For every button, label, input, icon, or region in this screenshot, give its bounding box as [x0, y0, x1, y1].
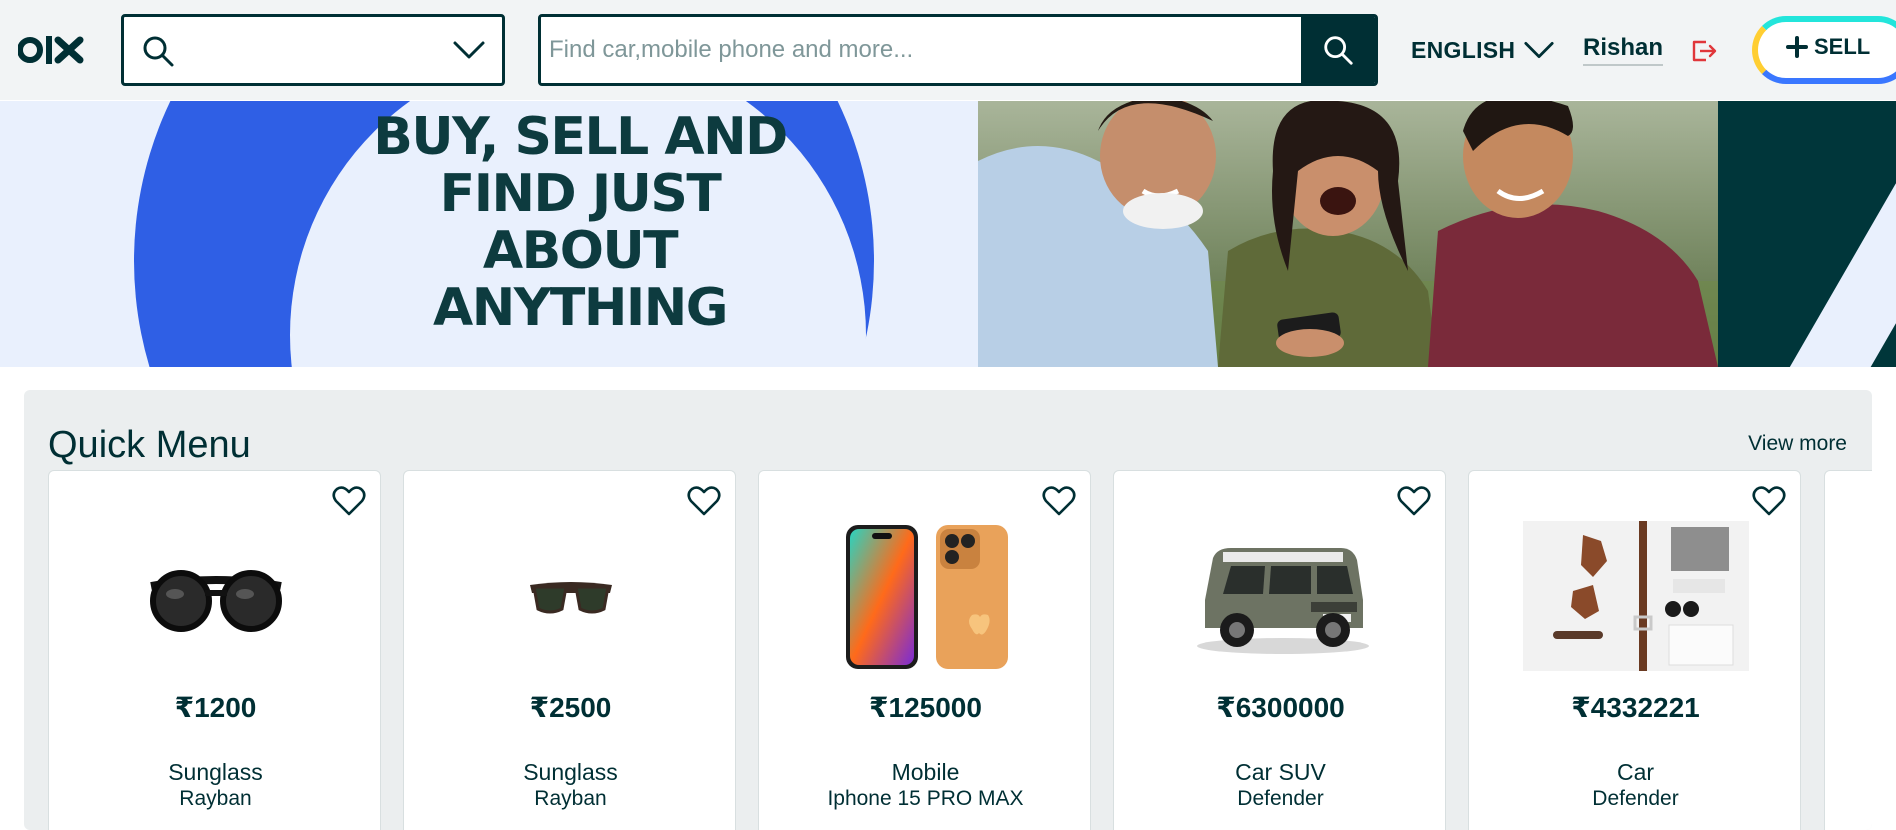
product-subtitle: Defender: [1592, 787, 1679, 810]
olx-logo[interactable]: [17, 30, 86, 70]
search-input[interactable]: [541, 17, 1305, 83]
product-category: Sunglass: [523, 759, 618, 785]
view-more-link[interactable]: View more: [1748, 432, 1847, 456]
banner-headline-line: FIND JUST ABOUT: [439, 164, 722, 281]
product-category: Mobile: [891, 759, 960, 785]
banner-photo-people: [978, 101, 1718, 367]
heart-icon[interactable]: [1752, 485, 1786, 517]
product-price: ₹125000: [869, 692, 982, 723]
product-subtitle: Iphone 15 PRO MAX: [827, 787, 1024, 810]
quick-menu-section: Quick Menu View more ₹1200 Sunglass Rayb…: [24, 390, 1872, 830]
product-card[interactable]: ₹6300000 Car SUV Defender: [1113, 470, 1446, 830]
quick-menu-title: Quick Menu: [48, 424, 251, 466]
top-header: ENGLISH Rishan SELL: [0, 0, 1896, 100]
language-selector[interactable]: ENGLISH: [1411, 32, 1555, 68]
heart-icon[interactable]: [1397, 485, 1431, 517]
chevron-down-icon: [453, 41, 485, 59]
chevron-down-icon: [1524, 42, 1554, 59]
plus-icon: [1786, 36, 1808, 58]
heart-icon[interactable]: [687, 485, 721, 517]
product-category: Car: [1616, 759, 1655, 785]
product-subtitle: Defender: [1237, 787, 1324, 810]
product-card-partial[interactable]: [1824, 470, 1872, 830]
hero-banner[interactable]: BUY, SELL AND FIND JUST ABOUT ANYTHING: [0, 101, 1896, 367]
round-sunglasses-image: [49, 521, 380, 671]
iphone-image: [759, 521, 1090, 671]
product-card[interactable]: ₹1200 Sunglass Rayban: [48, 470, 381, 830]
product-price: ₹6300000: [1216, 692, 1345, 723]
search-icon: [143, 36, 174, 67]
product-card[interactable]: ₹2500 Sunglass Rayban: [403, 470, 736, 830]
sell-button[interactable]: SELL: [1752, 16, 1896, 84]
wayfarer-sunglasses-image: [404, 521, 735, 671]
product-subtitle: Rayban: [179, 787, 252, 810]
sell-label: SELL: [1814, 34, 1871, 59]
heart-icon[interactable]: [1042, 485, 1076, 517]
search-bar: [538, 14, 1378, 86]
product-price: ₹1200: [174, 692, 257, 723]
banner-stripe: [1782, 101, 1896, 367]
banner-headline-line: BUY, SELL AND: [373, 107, 788, 167]
sell-button-content: SELL: [1786, 34, 1870, 60]
product-card[interactable]: ₹125000 Mobile Iphone 15 PRO MAX: [758, 470, 1091, 830]
banner-dark-panel: [1718, 101, 1896, 367]
banner-headline-line: ANYTHING: [433, 278, 728, 338]
search-button[interactable]: [1301, 17, 1375, 83]
logout-icon[interactable]: [1690, 38, 1718, 64]
location-selector[interactable]: [121, 14, 505, 86]
user-profile-link[interactable]: Rishan: [1583, 34, 1664, 66]
suv-car-image: [1114, 521, 1445, 671]
product-subtitle: Rayban: [534, 787, 607, 810]
product-category: Sunglass: [168, 759, 263, 785]
product-card[interactable]: ₹4332221 Car Defender: [1468, 470, 1801, 830]
product-category: Car SUV: [1235, 759, 1326, 785]
product-price: ₹4332221: [1571, 692, 1700, 723]
fashion-accessories-image: [1469, 521, 1800, 671]
language-label: ENGLISH: [1411, 36, 1516, 63]
search-icon: [1324, 36, 1353, 65]
product-price: ₹2500: [529, 692, 612, 723]
banner-headline: BUY, SELL AND FIND JUST ABOUT ANYTHING: [340, 109, 820, 337]
heart-icon[interactable]: [332, 485, 366, 517]
